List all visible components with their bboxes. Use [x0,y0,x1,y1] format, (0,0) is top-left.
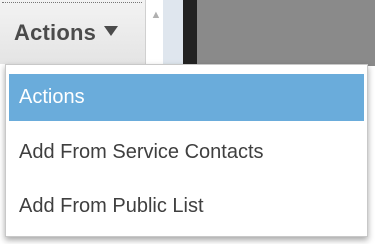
menu-item-actions[interactable]: Actions [9,74,364,121]
actions-dropdown-button[interactable]: Actions [0,0,146,64]
focus-outline [2,2,142,3]
scroll-up-icon[interactable]: ▲ [149,8,163,22]
menu-item-add-from-public-list[interactable]: Add From Public List [9,183,364,230]
scrollbar-track[interactable] [163,0,183,64]
actions-dropdown-menu: Actions Add From Service Contacts Add Fr… [5,64,368,237]
caret-down-icon [104,26,118,36]
actions-dropdown-label: Actions [14,20,97,45]
background-panel [195,0,375,66]
menu-item-add-from-service-contacts[interactable]: Add From Service Contacts [9,129,364,176]
background-divider [183,0,197,64]
